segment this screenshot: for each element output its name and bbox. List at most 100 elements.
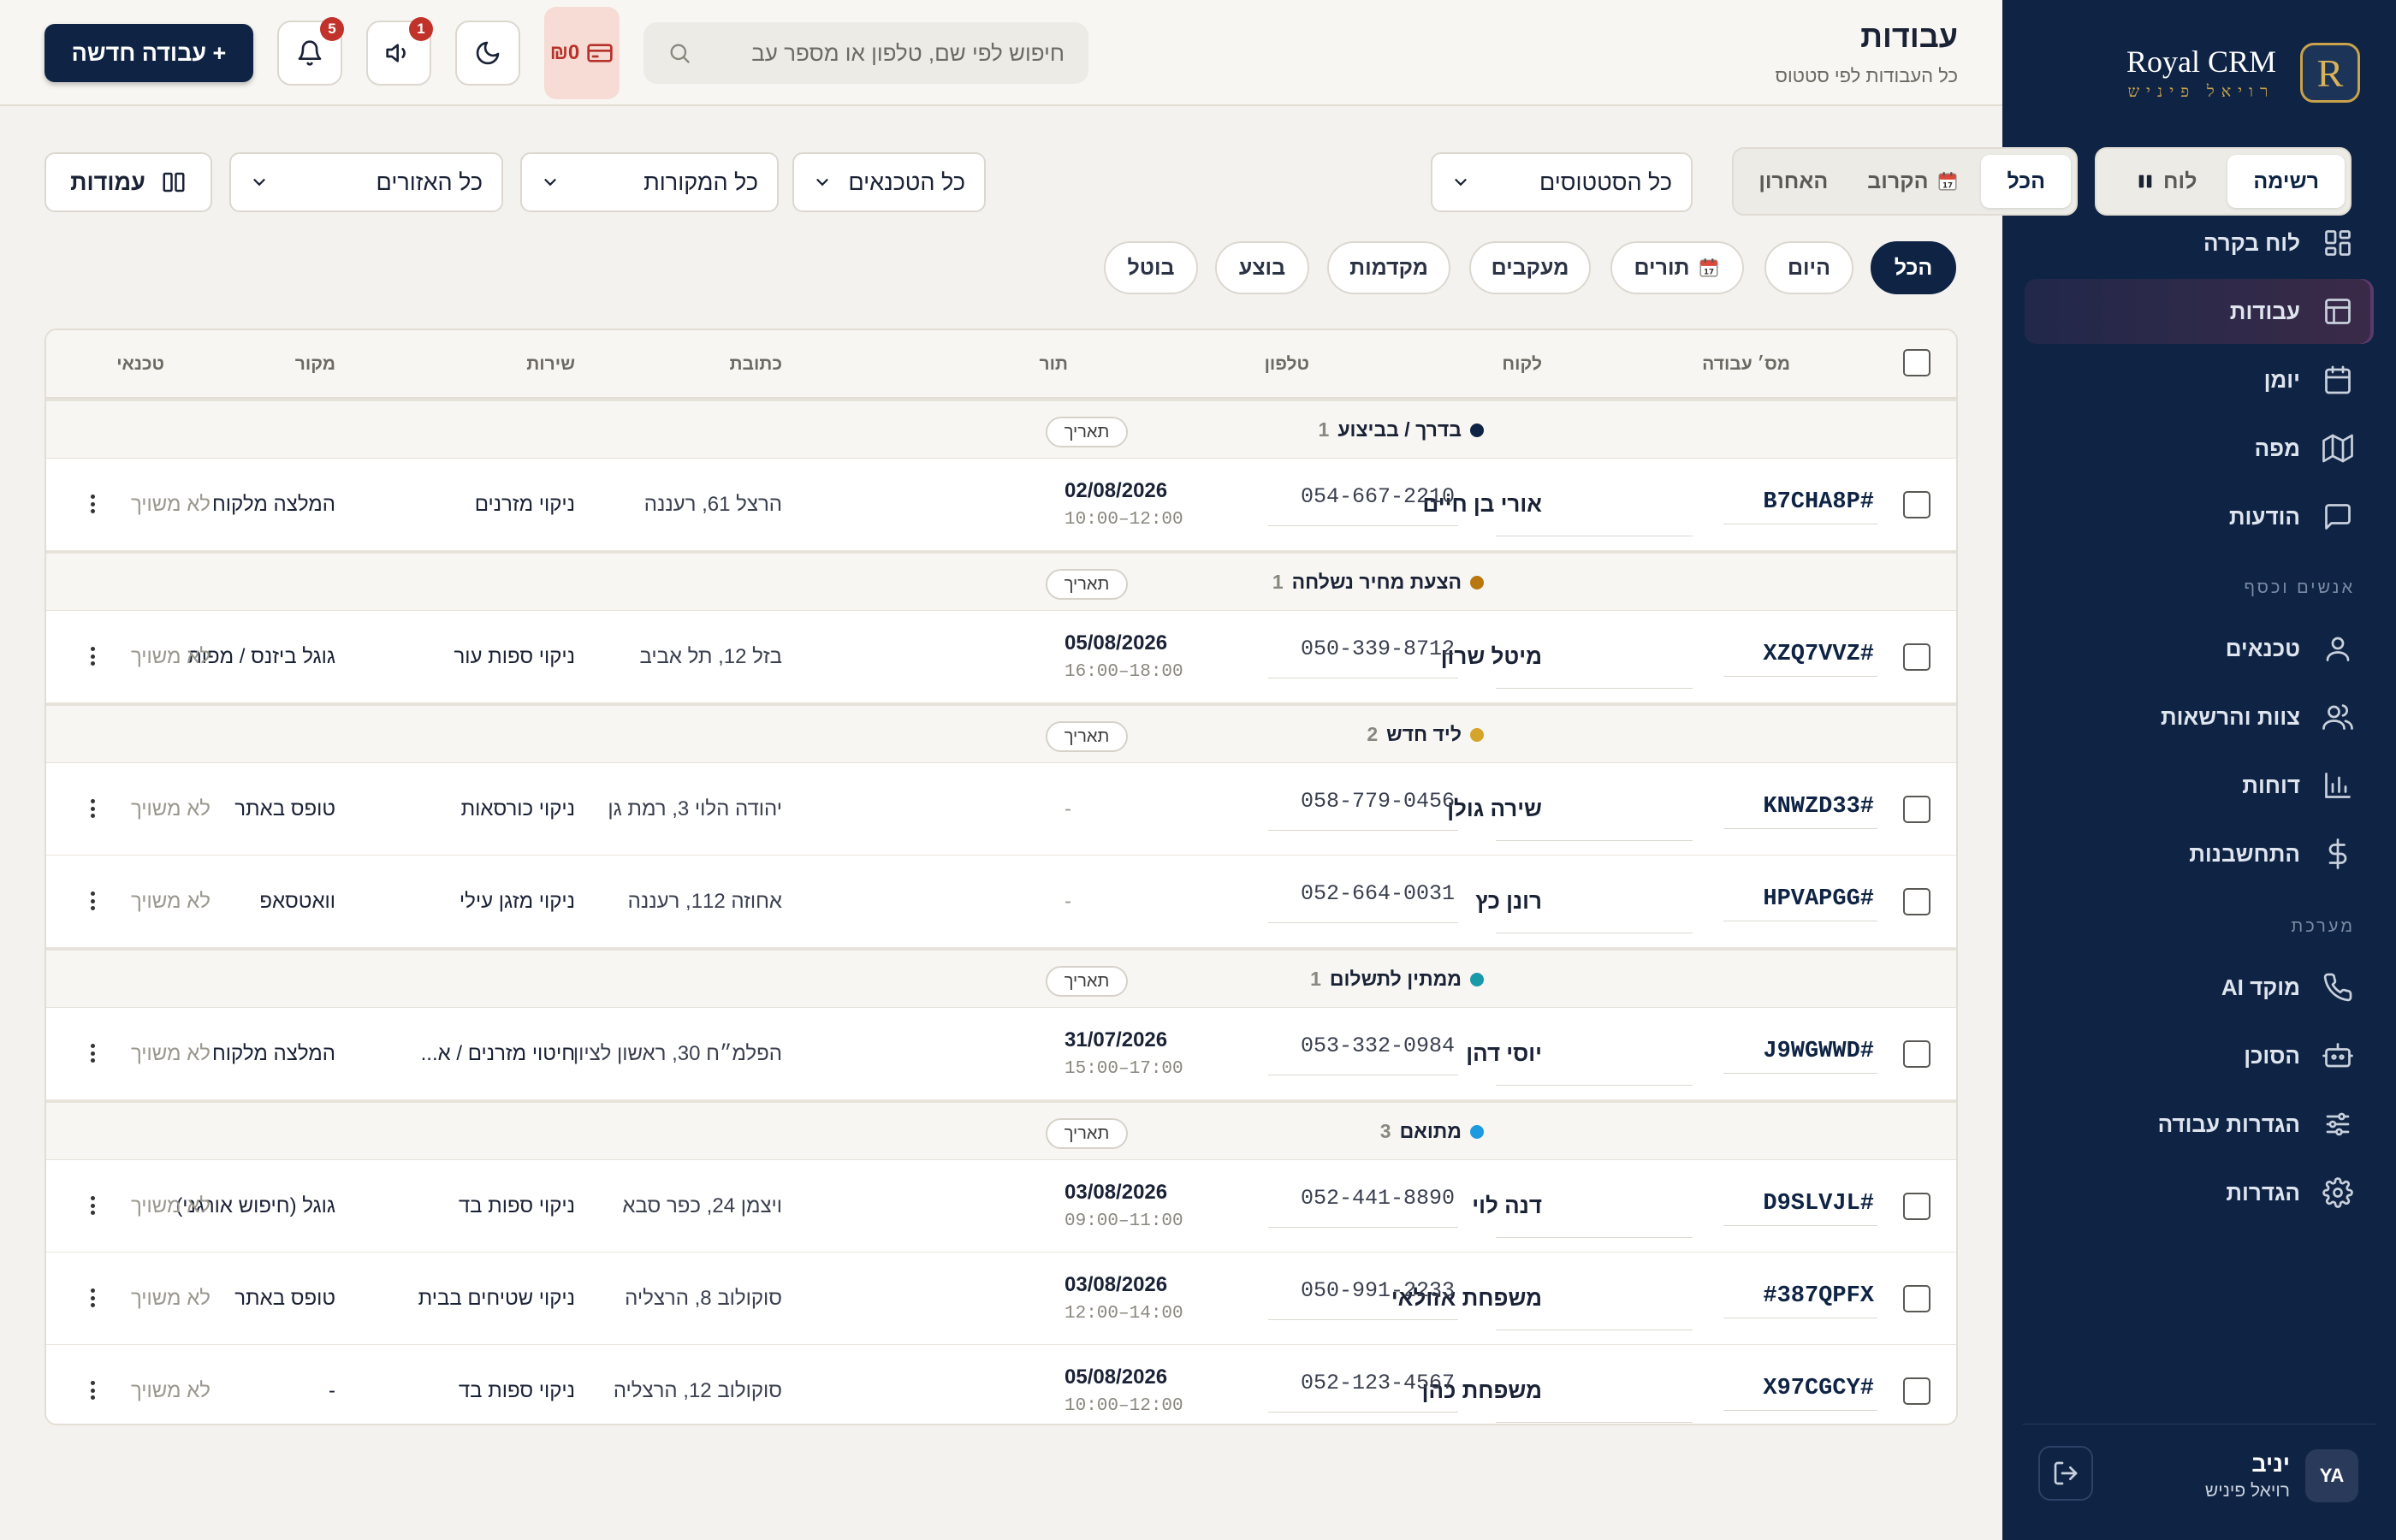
table-row[interactable]: #X97CGCY משפחת כהן 052-123-4567 05/08/2026 1… bbox=[46, 1345, 1956, 1424]
job-id[interactable]: #D9SLVJL bbox=[1763, 1191, 1874, 1217]
row-checkbox[interactable] bbox=[1903, 1193, 1930, 1220]
table-row[interactable]: #D9SLVJL דנה לוי 052-441-8890 03/08/2026 09:… bbox=[46, 1160, 1956, 1253]
job-technician[interactable]: לא משויך bbox=[131, 1287, 211, 1311]
job-technician[interactable]: לא משויך bbox=[131, 493, 211, 517]
column-header-technician[interactable]: טכנאי bbox=[116, 354, 164, 375]
status-filter-select[interactable]: כל הסטטוסים bbox=[1431, 152, 1693, 212]
job-id[interactable]: #B7CHA8P bbox=[1763, 489, 1874, 515]
sidebar-item[interactable]: צוות והרשאות bbox=[2025, 684, 2374, 749]
job-id[interactable]: #J9WGWWD bbox=[1763, 1039, 1874, 1064]
sidebar-item[interactable]: לוח בקרה bbox=[2025, 210, 2374, 275]
wallet-button[interactable]: ₪0 bbox=[544, 7, 620, 99]
filter-chip[interactable]: הכל bbox=[1871, 241, 1956, 294]
table-row[interactable]: #XZQ7VVZ מיטל שרון 050-339-8712 05/08/2026 1… bbox=[46, 611, 1956, 703]
column-header-appointment[interactable]: תור bbox=[1039, 354, 1068, 375]
notifications-button[interactable]: 5 bbox=[277, 17, 344, 86]
row-checkbox[interactable] bbox=[1903, 1377, 1930, 1405]
sidebar-item[interactable]: התחשבנות bbox=[2025, 821, 2374, 886]
filter-chip[interactable]: 17 תורים bbox=[1610, 241, 1744, 294]
table-row[interactable]: #J9WGWWD יוסי דהן 053-332-0984 31/07/2026 15… bbox=[46, 1008, 1956, 1100]
status-group-header[interactable]: הצעת מחיר נשלחה 1 תאריך bbox=[46, 551, 1956, 611]
job-technician[interactable]: לא משויך bbox=[131, 797, 211, 821]
more-actions-icon[interactable] bbox=[84, 643, 101, 669]
time-filter-upcoming[interactable]: 17 הקרוב bbox=[1850, 155, 1976, 208]
table-row[interactable]: #HPVAPGG רונן כץ 052-664-0031 - אחוזה 112, ר… bbox=[46, 856, 1956, 948]
phone-number[interactable]: 058-779-0456 bbox=[1301, 789, 1455, 814]
job-technician[interactable]: לא משויך bbox=[131, 890, 211, 914]
phone-number[interactable]: 052-123-4567 bbox=[1301, 1371, 1455, 1395]
area-filter-select[interactable]: כל האזורים bbox=[229, 152, 503, 212]
sidebar-item[interactable]: מפה bbox=[2025, 416, 2374, 481]
source-filter-select[interactable]: כל המקורות bbox=[520, 152, 779, 212]
date-sort-pill[interactable]: תאריך bbox=[1046, 1118, 1128, 1149]
view-mode-board[interactable]: לוח bbox=[2110, 155, 2222, 208]
status-group-header[interactable]: בדרך / בביצוע 1 תאריך bbox=[46, 399, 1956, 459]
user-profile[interactable]: YA יניב רויאל פיניש bbox=[2205, 1449, 2358, 1502]
sidebar-item[interactable]: טכנאים bbox=[2025, 616, 2374, 681]
columns-button[interactable]: עמודות bbox=[44, 152, 212, 212]
announcements-button[interactable]: 1 bbox=[366, 17, 433, 86]
filter-chip[interactable]: מקדמות bbox=[1327, 241, 1450, 294]
sidebar-item[interactable]: הסוכן bbox=[2025, 1023, 2374, 1088]
client-name[interactable]: שירה גולן bbox=[1447, 796, 1542, 822]
row-checkbox[interactable] bbox=[1903, 491, 1930, 518]
status-group-header[interactable]: מתואם 3 תאריך bbox=[46, 1100, 1956, 1160]
brand[interactable]: R Royal CRM רויאל פיניש bbox=[2126, 43, 2360, 103]
sidebar-item[interactable]: הגדרות עבודה bbox=[2025, 1092, 2374, 1157]
column-header-source[interactable]: מקור bbox=[295, 354, 335, 375]
more-actions-icon[interactable] bbox=[84, 1040, 101, 1066]
filter-chip[interactable]: היום bbox=[1764, 241, 1853, 294]
table-row[interactable]: #387QPFX משפחת אזולאי 050-991-2233 03/08/20… bbox=[46, 1253, 1956, 1345]
row-checkbox[interactable] bbox=[1903, 1285, 1930, 1312]
column-header-service[interactable]: שירות bbox=[526, 354, 575, 375]
sidebar-item[interactable]: הודעות bbox=[2025, 484, 2374, 549]
date-sort-pill[interactable]: תאריך bbox=[1046, 569, 1128, 600]
row-checkbox[interactable] bbox=[1903, 888, 1930, 915]
more-actions-icon[interactable] bbox=[84, 888, 101, 914]
logout-button[interactable] bbox=[2038, 1446, 2093, 1501]
row-checkbox[interactable] bbox=[1903, 1040, 1930, 1068]
sidebar-item[interactable]: מוקד AI bbox=[2025, 955, 2374, 1020]
more-actions-icon[interactable] bbox=[84, 1285, 101, 1311]
table-row[interactable]: #B7CHA8P אורי בן חיים 054-667-2210 02/08/20… bbox=[46, 459, 1956, 551]
theme-toggle-button[interactable] bbox=[455, 21, 520, 86]
column-header-address[interactable]: כתובת bbox=[729, 354, 782, 375]
more-actions-icon[interactable] bbox=[84, 491, 101, 517]
sidebar-item[interactable]: עבודות bbox=[2025, 279, 2374, 344]
column-header-phone[interactable]: טלפון bbox=[1265, 354, 1309, 375]
select-all-checkbox[interactable] bbox=[1903, 349, 1930, 376]
client-name[interactable]: דנה לוי bbox=[1472, 1193, 1542, 1219]
phone-number[interactable]: 050-991-2233 bbox=[1301, 1278, 1455, 1303]
client-name[interactable]: יוסי דהן bbox=[1466, 1040, 1542, 1067]
search-box[interactable] bbox=[643, 22, 1088, 84]
job-id[interactable]: #HPVAPGG bbox=[1763, 886, 1874, 912]
more-actions-icon[interactable] bbox=[84, 1377, 101, 1403]
search-input[interactable] bbox=[709, 39, 1065, 67]
job-technician[interactable]: לא משויך bbox=[131, 645, 211, 669]
more-actions-icon[interactable] bbox=[84, 1193, 101, 1218]
job-technician[interactable]: לא משויך bbox=[131, 1042, 211, 1066]
table-row[interactable]: #KNWZD33 שירה גולן 058-779-0456 - יהודה הלוי… bbox=[46, 763, 1956, 856]
phone-number[interactable]: 054-667-2210 bbox=[1301, 484, 1455, 509]
row-checkbox[interactable] bbox=[1903, 796, 1930, 823]
new-job-button[interactable]: + עבודה חדשה bbox=[44, 24, 253, 82]
job-id[interactable]: #XZQ7VVZ bbox=[1763, 642, 1874, 667]
job-id[interactable]: #KNWZD33 bbox=[1763, 794, 1874, 820]
tech-filter-select[interactable]: כל הטכנאים bbox=[792, 152, 986, 212]
date-sort-pill[interactable]: תאריך bbox=[1046, 721, 1128, 752]
more-actions-icon[interactable] bbox=[84, 796, 101, 821]
sidebar-item[interactable]: דוחות bbox=[2025, 753, 2374, 818]
filter-chip[interactable]: בוצע bbox=[1215, 241, 1309, 294]
phone-number[interactable]: 052-441-8890 bbox=[1301, 1186, 1455, 1211]
date-sort-pill[interactable]: תאריך bbox=[1046, 966, 1128, 997]
phone-number[interactable]: 050-339-8712 bbox=[1301, 637, 1455, 661]
job-technician[interactable]: לא משויך bbox=[131, 1379, 211, 1403]
filter-chip[interactable]: בוטל bbox=[1104, 241, 1198, 294]
client-name[interactable]: מיטל שרון bbox=[1441, 643, 1542, 670]
job-id[interactable]: #387QPFX bbox=[1763, 1283, 1874, 1309]
column-header-job-id[interactable]: מס׳ עבודה bbox=[1702, 354, 1790, 375]
time-filter-all[interactable]: הכל bbox=[1981, 155, 2071, 208]
job-id[interactable]: #X97CGCY bbox=[1763, 1376, 1874, 1401]
status-group-header[interactable]: ממתין לתשלום 1 תאריך bbox=[46, 948, 1956, 1008]
sidebar-item[interactable]: הגדרות bbox=[2025, 1160, 2374, 1225]
